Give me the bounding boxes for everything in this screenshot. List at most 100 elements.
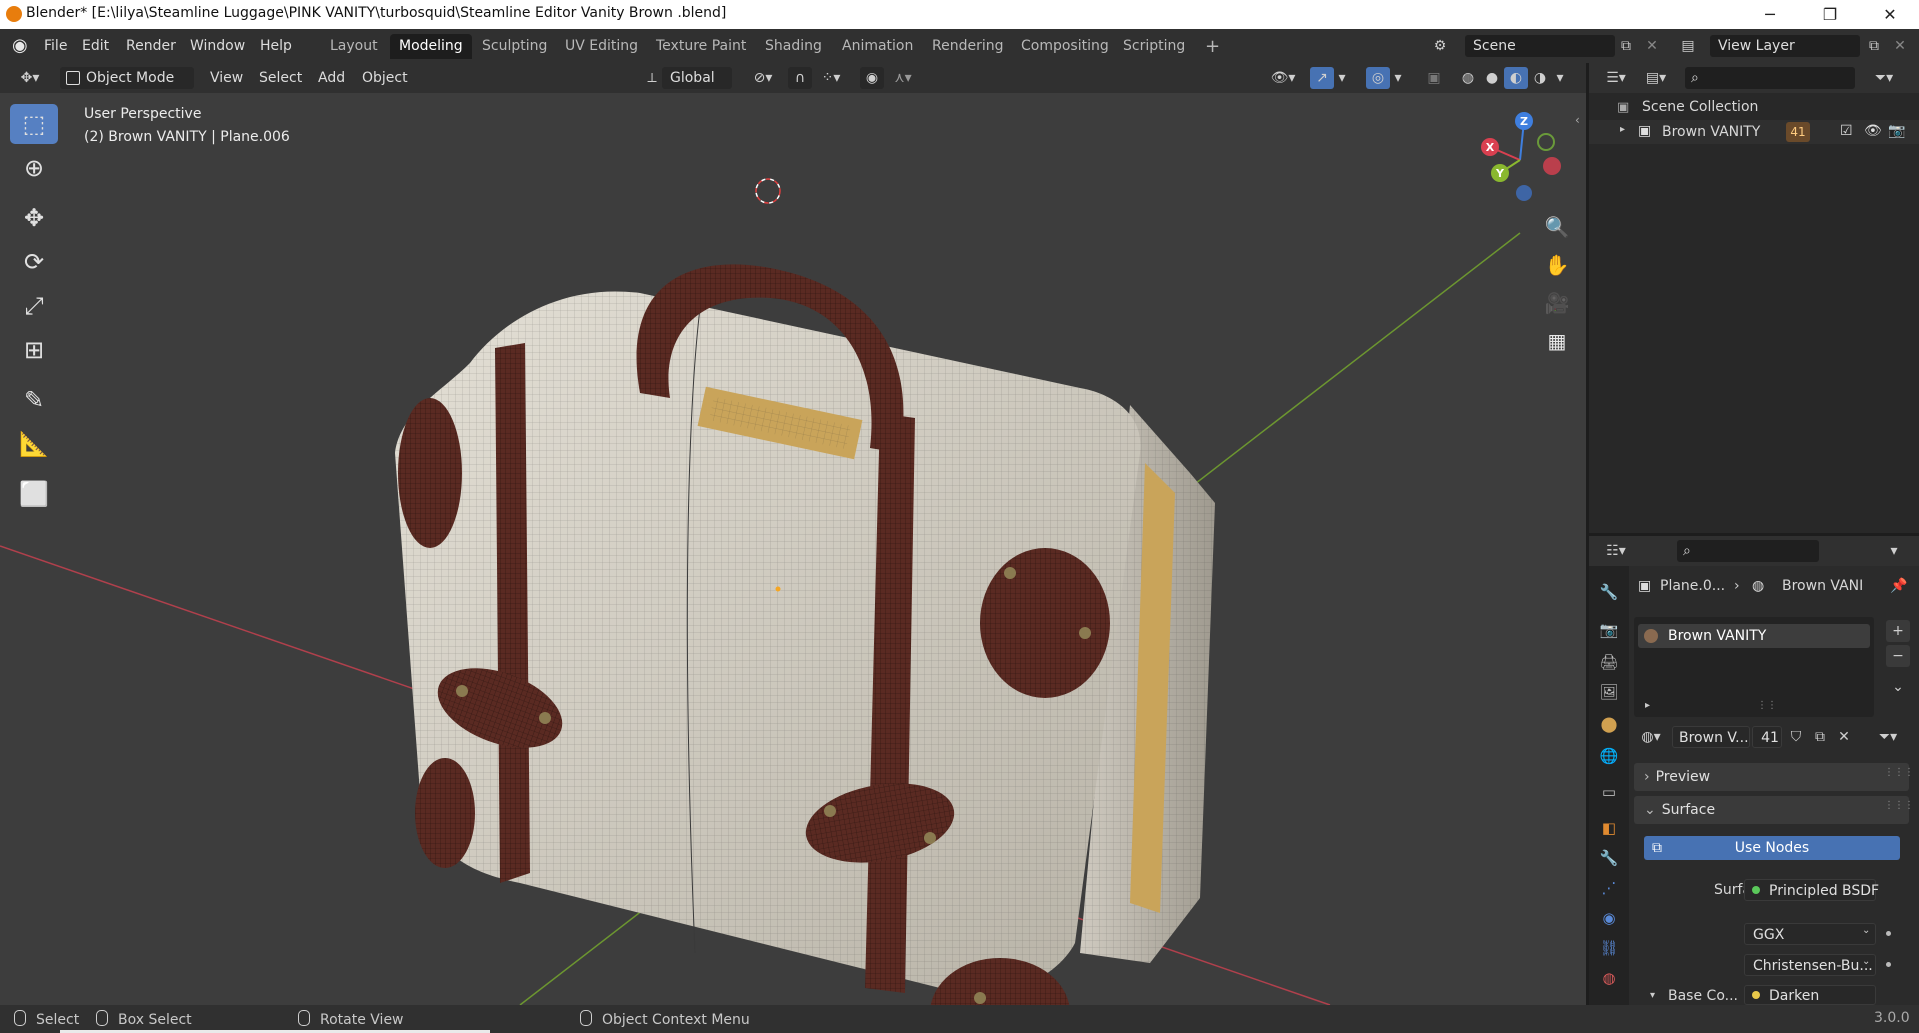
add-slot-button[interactable]: + xyxy=(1886,620,1910,642)
outliner-search-input[interactable]: ⌕ xyxy=(1685,67,1855,89)
tab-texture-paint[interactable]: Texture Paint xyxy=(647,34,755,59)
tab-rendering[interactable]: Rendering xyxy=(923,34,1013,59)
overlay-toggle-icon[interactable]: ◎ xyxy=(1366,67,1390,89)
restore-button[interactable]: ❐ xyxy=(1801,0,1859,29)
camera-view-icon[interactable]: 🎥 xyxy=(1540,286,1574,320)
outliner-item-label[interactable]: Brown VANITY xyxy=(1662,124,1760,140)
3d-viewport[interactable] xyxy=(0,93,1586,1005)
select-box-tool-icon[interactable]: ⬚ xyxy=(10,104,58,144)
output-tab-icon[interactable]: 🖨 xyxy=(1597,650,1621,674)
subsurface-method-dropdown[interactable]: Christensen-Bu... xyxy=(1744,954,1876,976)
remove-scene-icon[interactable]: ✕ xyxy=(1640,35,1664,57)
annotate-tool-icon[interactable]: ✎ xyxy=(10,380,58,420)
tab-layout[interactable]: Layout xyxy=(321,34,387,59)
preview-panel-header[interactable]: › Preview xyxy=(1634,763,1909,791)
falloff-icon[interactable]: ⋏▾ xyxy=(886,67,920,89)
snap-target-icon[interactable]: ⁘▾ xyxy=(814,67,848,89)
subsurface-keyframe-dot[interactable] xyxy=(1886,962,1891,967)
move-tool-icon[interactable]: ✥ xyxy=(10,198,58,238)
duplicate-material-icon[interactable]: ⧉ xyxy=(1808,726,1832,748)
menu-object[interactable]: Object xyxy=(362,67,408,89)
add-cube-tool-icon[interactable]: ⬜ xyxy=(10,474,58,514)
tab-compositing[interactable]: Compositing xyxy=(1012,34,1118,59)
navigation-gizmo[interactable]: Z X Y xyxy=(1470,105,1570,205)
tool-tab-icon[interactable]: 🔧 xyxy=(1597,580,1621,604)
outliner-editor-type-icon[interactable]: ☰▾ xyxy=(1599,67,1633,89)
node-link-icon[interactable]: ⏷▾ xyxy=(1870,726,1906,748)
physics-tab-icon[interactable]: ◉ xyxy=(1597,906,1621,930)
blender-menu-icon[interactable]: ◉ xyxy=(12,29,28,63)
measure-tool-icon[interactable]: 📐 xyxy=(10,424,58,464)
new-view-layer-icon[interactable]: ⧉ xyxy=(1862,35,1886,57)
surface-shader-dropdown[interactable]: Principled BSDF xyxy=(1744,879,1879,901)
particles-tab-icon[interactable]: ⋰ xyxy=(1597,876,1621,900)
pin-icon[interactable]: 📌 xyxy=(1890,578,1907,594)
gizmo-dropdown-icon[interactable]: ▾ xyxy=(1334,67,1350,89)
pan-hand-icon[interactable]: ✋ xyxy=(1540,248,1574,282)
display-mode-icon[interactable]: ▤▾ xyxy=(1639,67,1673,89)
snap-icon[interactable]: ∩ xyxy=(788,67,812,89)
distribution-dropdown[interactable]: GGX xyxy=(1744,923,1876,945)
tab-shading[interactable]: Shading xyxy=(756,34,831,59)
rotate-tool-icon[interactable]: ⟳ xyxy=(10,242,58,282)
zoom-icon[interactable]: 🔍 xyxy=(1540,210,1574,244)
shading-dropdown-icon[interactable]: ▾ xyxy=(1552,67,1568,89)
menu-render[interactable]: Render xyxy=(126,29,176,63)
rendered-shading-icon[interactable]: ◑ xyxy=(1528,67,1552,89)
material-users-count[interactable]: 41 xyxy=(1752,726,1782,748)
fake-user-shield-icon[interactable]: ⛉ xyxy=(1784,726,1808,748)
constraints-tab-icon[interactable]: ⛓ xyxy=(1597,936,1621,960)
mode-dropdown[interactable]: Object Mode xyxy=(60,67,194,89)
wireframe-shading-icon[interactable]: ◍ xyxy=(1456,67,1480,89)
material-tab-icon[interactable]: ◍ xyxy=(1597,966,1621,990)
new-scene-icon[interactable]: ⧉ xyxy=(1614,35,1638,57)
browse-material-icon[interactable]: ◍▾ xyxy=(1634,726,1668,748)
material-slot-name[interactable]: Brown VANITY xyxy=(1668,628,1766,644)
tab-scripting[interactable]: Scripting xyxy=(1114,34,1194,59)
breadcrumb-object[interactable]: Plane.0... xyxy=(1660,578,1725,594)
menu-add[interactable]: Add xyxy=(318,67,345,89)
menu-select[interactable]: Select xyxy=(259,67,302,89)
minimize-button[interactable]: ─ xyxy=(1741,0,1799,29)
modifier-tab-icon[interactable]: 🔧 xyxy=(1597,846,1621,870)
unlink-material-icon[interactable]: ✕ xyxy=(1832,726,1856,748)
menu-view[interactable]: View xyxy=(210,67,243,89)
tab-uv-editing[interactable]: UV Editing xyxy=(556,34,647,59)
preview-drag-handle-icon[interactable]: ⋮⋮⋮ xyxy=(1884,767,1914,778)
view-layer-icon[interactable]: ▤ xyxy=(1676,35,1700,57)
properties-search-input[interactable]: ⌕ xyxy=(1677,540,1819,562)
xray-icon[interactable]: ▣ xyxy=(1422,67,1446,89)
transform-tool-icon[interactable]: ⊞ xyxy=(10,330,58,370)
menu-file[interactable]: File xyxy=(44,29,67,63)
remove-view-layer-icon[interactable]: ✕ xyxy=(1888,35,1912,57)
sidebar-toggle-icon[interactable]: ‹ xyxy=(1575,113,1580,127)
add-workspace-button[interactable]: + xyxy=(1196,34,1229,59)
menu-window[interactable]: Window xyxy=(190,29,245,63)
filter-icon[interactable]: ⏷▾ xyxy=(1867,67,1901,89)
view-layer-field[interactable]: View Layer xyxy=(1710,35,1860,57)
surface-panel-header[interactable]: ⌄ Surface xyxy=(1634,796,1909,824)
tab-animation[interactable]: Animation xyxy=(833,34,922,59)
collection-tab-icon[interactable]: ▭ xyxy=(1597,780,1621,804)
distribution-keyframe-dot[interactable] xyxy=(1886,931,1891,936)
list-resize-handle-icon[interactable]: ⋮⋮ xyxy=(1757,700,1777,711)
menu-help[interactable]: Help xyxy=(260,29,292,63)
surface-drag-handle-icon[interactable]: ⋮⋮⋮ xyxy=(1884,800,1914,811)
scene-selector-icon[interactable]: ⚙ xyxy=(1428,35,1452,57)
editor-type-icon[interactable]: ✥▾ xyxy=(12,67,48,89)
scene-collection-label[interactable]: Scene Collection xyxy=(1642,99,1758,115)
orientation-dropdown[interactable]: Global xyxy=(662,67,732,89)
cursor-tool-icon[interactable]: ⊕ xyxy=(10,148,58,188)
use-nodes-button[interactable]: ⧉ Use Nodes xyxy=(1644,836,1900,860)
slot-expand-arrow-icon[interactable]: ▸ xyxy=(1645,700,1650,711)
render-camera-icon[interactable]: 📷 xyxy=(1888,123,1905,139)
menu-edit[interactable]: Edit xyxy=(82,29,109,63)
material-preview-icon[interactable]: ◐ xyxy=(1504,67,1528,89)
properties-editor-type-icon[interactable]: ☷▾ xyxy=(1599,540,1633,562)
gizmo-toggle-icon[interactable]: ↗ xyxy=(1310,67,1334,89)
render-tab-icon[interactable]: 📷 xyxy=(1597,618,1621,642)
eye-icon[interactable]: 👁 xyxy=(1864,123,1882,139)
ortho-grid-icon[interactable]: ▦ xyxy=(1540,324,1574,358)
world-tab-icon[interactable]: 🌐 xyxy=(1597,744,1621,768)
base-color-expand-icon[interactable]: ▾ xyxy=(1650,990,1655,1001)
